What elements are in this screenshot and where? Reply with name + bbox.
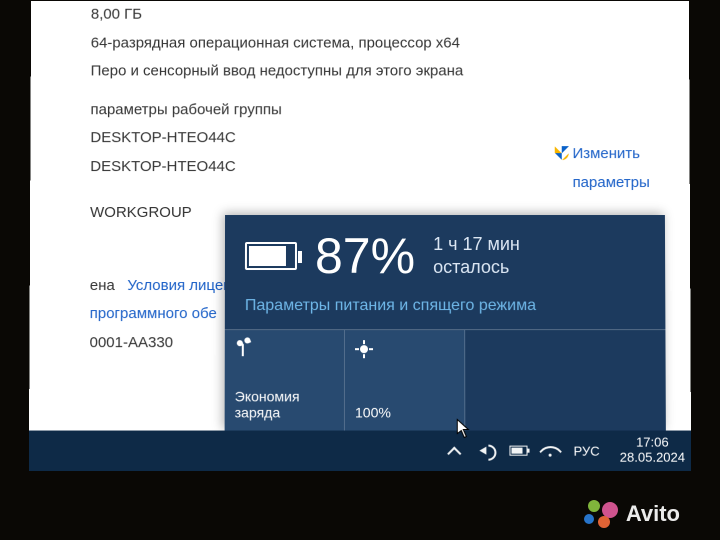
- installed-ram-value: 8,00 ГБ: [91, 1, 659, 29]
- sprout-icon: [235, 340, 251, 356]
- battery-remaining: 1 ч 17 мин осталось: [433, 233, 520, 280]
- taskbar: РУС 17:06 28.05.2024: [29, 431, 691, 471]
- system-type-value: 64-разрядная операционная система, проце…: [91, 29, 660, 57]
- brightness-tile[interactable]: 100%: [345, 330, 465, 430]
- change-settings-link[interactable]: Изменить параметры: [554, 140, 649, 197]
- power-sleep-settings-link[interactable]: Параметры питания и спящего режима: [225, 291, 666, 329]
- activation-status-tail: ена: [90, 277, 115, 294]
- battery-icon: [245, 242, 297, 270]
- avito-logo-icon: [584, 500, 620, 528]
- input-language[interactable]: РУС: [574, 443, 600, 458]
- volume-icon[interactable]: [477, 442, 495, 460]
- sun-icon: [355, 340, 373, 358]
- taskbar-clock[interactable]: 17:06 28.05.2024: [620, 436, 685, 466]
- battery-saver-tile[interactable]: Экономия заряда: [225, 330, 345, 430]
- uac-shield-icon: [554, 146, 568, 160]
- battery-tray-icon[interactable]: [509, 442, 527, 460]
- pen-touch-value: Перо и сенсорный ввод недоступны для это…: [91, 57, 660, 85]
- workgroup-params-label: параметры рабочей группы: [90, 96, 659, 124]
- brightness-value: 100%: [355, 404, 454, 420]
- battery-saver-label: Экономия заряда: [235, 388, 334, 420]
- avito-watermark: Avito: [584, 500, 680, 528]
- mouse-cursor-icon: [456, 418, 470, 438]
- tray-overflow-icon[interactable]: [445, 442, 463, 460]
- battery-percent: 87%: [315, 231, 415, 281]
- battery-flyout: 87% 1 ч 17 мин осталось Параметры питани…: [225, 215, 666, 431]
- monitor-screen: 8,00 ГБ 64-разрядная операционная систем…: [29, 1, 691, 471]
- network-icon[interactable]: [541, 442, 559, 460]
- system-tray: РУС 17:06 28.05.2024: [445, 436, 685, 466]
